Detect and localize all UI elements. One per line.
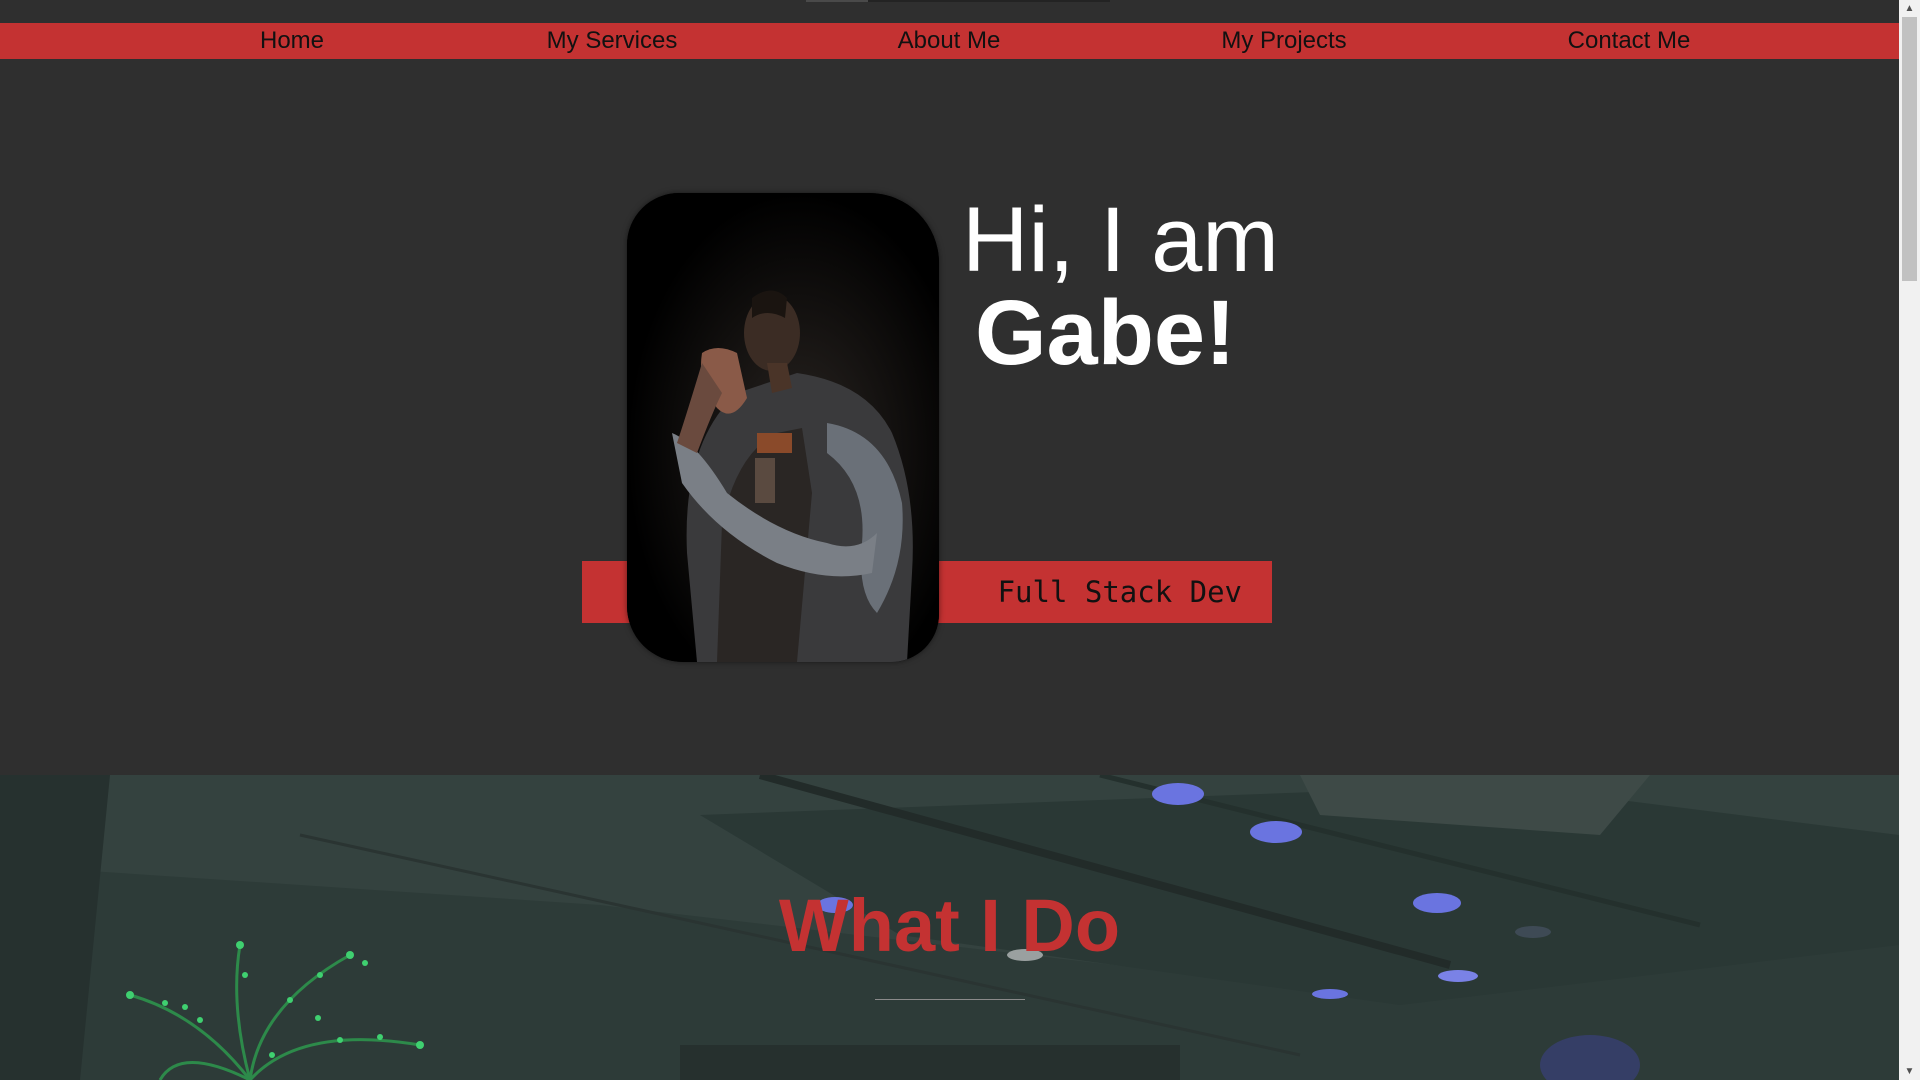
scroll-down-icon[interactable]: ▼ [1899, 1063, 1920, 1080]
role-text: Full Stack Dev [997, 575, 1242, 609]
services-section: What I Do [0, 775, 1899, 1080]
scrollbar-thumb[interactable] [1902, 17, 1917, 281]
section-divider [875, 999, 1025, 1000]
top-indicator [806, 0, 868, 2]
hero-name: Gabe! [975, 282, 1236, 384]
vertical-scrollbar[interactable]: ▲ ▼ [1899, 0, 1920, 1080]
nav-home[interactable]: Home [260, 23, 324, 59]
page: Home My Services About Me My Projects Co… [0, 0, 1920, 1080]
main-nav: Home My Services About Me My Projects Co… [0, 23, 1899, 59]
top-indicator-track [868, 0, 1110, 2]
hero-greeting: Hi, I am [962, 189, 1279, 291]
profile-photo-image [627, 193, 939, 662]
profile-photo [627, 193, 939, 662]
scroll-up-icon[interactable]: ▲ [1899, 0, 1920, 17]
nav-about-me[interactable]: About Me [898, 23, 1001, 59]
services-title: What I Do [778, 884, 1121, 967]
nav-my-services[interactable]: My Services [547, 23, 678, 59]
viewport: Home My Services About Me My Projects Co… [0, 0, 1899, 1080]
top-strip [0, 0, 1899, 23]
nav-contact-me[interactable]: Contact Me [1568, 23, 1691, 59]
nav-my-projects[interactable]: My Projects [1221, 23, 1346, 59]
